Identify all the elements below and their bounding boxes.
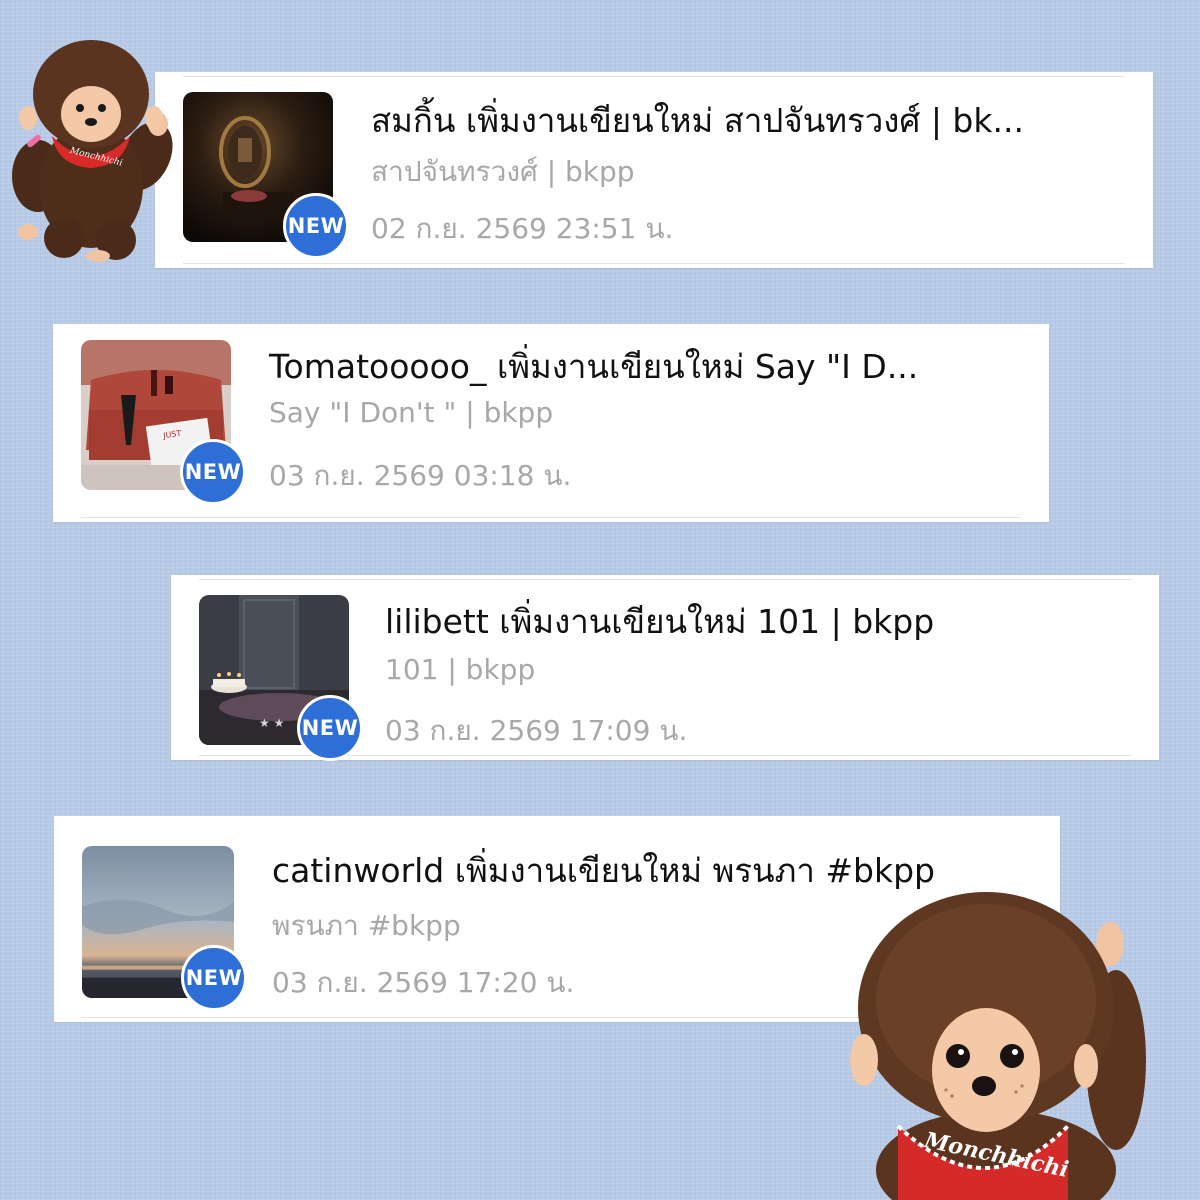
notification-time: 02 ก.ย. 2569 23:51 น. bbox=[371, 212, 674, 245]
divider bbox=[199, 579, 1131, 580]
notification-title[interactable]: lilibett เพิ่มงานเขียนใหม่ 101 | bkpp bbox=[385, 595, 934, 648]
notification-subtitle: Say "I Don't " | bkpp bbox=[269, 396, 554, 429]
notification-subtitle: สาปจันทรวงศ์ | bkpp bbox=[371, 155, 635, 188]
monchhichi-sticker-small: Monchhichi bbox=[6, 26, 176, 262]
svg-text:★ ★: ★ ★ bbox=[259, 716, 284, 730]
new-badge: NEW bbox=[297, 695, 363, 761]
divider bbox=[81, 517, 1021, 518]
notification-time: 03 ก.ย. 2569 03:18 น. bbox=[269, 459, 572, 492]
notification-title[interactable]: Tomatooooo_ เพิ่มงานเขียนใหม่ Say "I D..… bbox=[269, 340, 918, 393]
monkey-doll-image: Monchhichi bbox=[12, 40, 173, 262]
notification-title[interactable]: catinworld เพิ่มงานเขียนใหม่ พรนภา #bkpp bbox=[272, 844, 935, 897]
monchhichi-sticker-large: Monchhichi bbox=[846, 890, 1150, 1200]
notification-subtitle: 101 | bkpp bbox=[385, 653, 536, 686]
notification-card-1[interactable]: NEW สมกิ้น เพิ่มงานเขียนใหม่ สาปจันทรวงศ… bbox=[155, 72, 1153, 268]
notification-time: 03 ก.ย. 2569 17:20 น. bbox=[272, 966, 575, 999]
notification-time: 03 ก.ย. 2569 17:09 น. bbox=[385, 714, 688, 747]
divider bbox=[183, 263, 1125, 264]
notification-title[interactable]: สมกิ้น เพิ่มงานเขียนใหม่ สาปจันทรวงศ์ | … bbox=[371, 94, 1024, 147]
monkey-doll-image: Monchhichi bbox=[850, 892, 1146, 1200]
divider bbox=[183, 76, 1125, 77]
notification-card-2[interactable]: JUST NEW Tomatooooo_ เพิ่มงานเขียนใหม่ S… bbox=[53, 324, 1049, 522]
notification-subtitle: พรนภา #bkpp bbox=[272, 909, 461, 942]
new-badge: NEW bbox=[180, 439, 246, 505]
new-badge: NEW bbox=[283, 193, 349, 259]
new-badge: NEW bbox=[181, 945, 247, 1011]
notification-card-3[interactable]: ★ ★ NEW lilibett เพิ่มงานเขียนใหม่ 101 |… bbox=[171, 575, 1159, 761]
